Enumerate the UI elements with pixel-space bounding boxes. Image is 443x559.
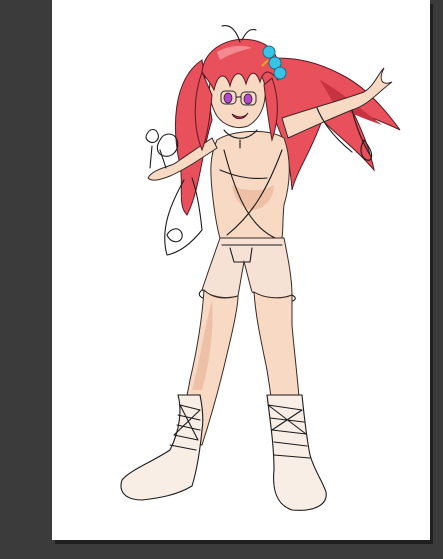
eye-right [243, 93, 253, 105]
drawing-canvas[interactable] [52, 0, 430, 540]
shorts [198, 237, 296, 303]
torso [210, 130, 290, 246]
editor-workspace [0, 0, 443, 559]
hair-bead-1 [262, 45, 276, 59]
boots [120, 394, 327, 511]
hair-bead-3 [273, 66, 287, 80]
eye-left [223, 92, 233, 104]
artwork-illustration [120, 25, 401, 511]
